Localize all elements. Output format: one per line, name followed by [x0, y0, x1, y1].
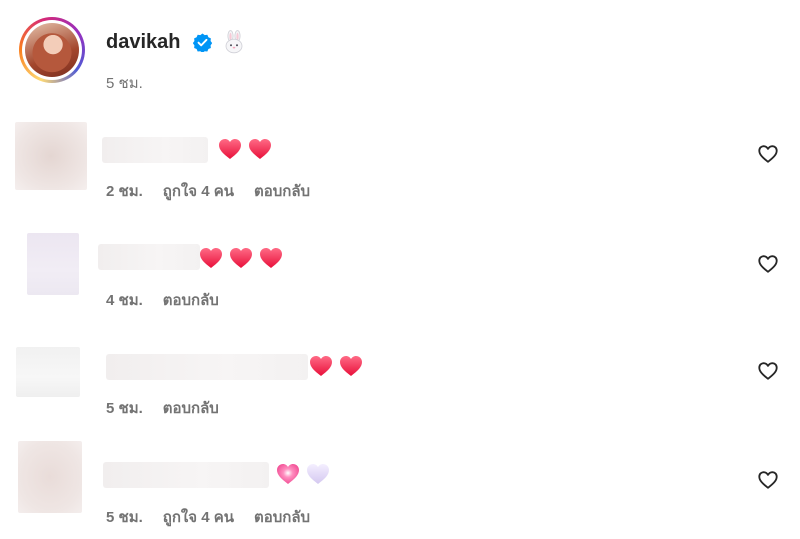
commenter-name-blurred[interactable]	[98, 244, 200, 270]
author-post-time: 5 ชม.	[106, 75, 143, 92]
commenter-avatar-blurred[interactable]	[16, 347, 80, 397]
comment-likes-count[interactable]: ถูกใจ 4 คน	[163, 179, 234, 203]
reply-button[interactable]: ตอบกลับ	[254, 179, 310, 203]
bunny-emoji-icon	[225, 30, 243, 54]
comment-time: 5 ชม.	[106, 400, 143, 417]
comment-meta: 4 ชม. ตอบกลับ	[106, 288, 239, 312]
reply-button[interactable]: ตอบกลับ	[254, 505, 310, 529]
comment-text-emojis	[309, 355, 363, 377]
red-heart-icon	[309, 355, 333, 377]
reply-button[interactable]: ตอบกลับ	[163, 288, 219, 312]
comment-item: 2 ชม. ถูกใจ 4 คน ตอบกลับ	[0, 120, 800, 220]
author-username[interactable]: davikah	[106, 31, 180, 54]
red-heart-icon	[259, 247, 283, 269]
comment-text-emojis	[199, 247, 283, 269]
white-heart-icon	[306, 463, 330, 485]
comment-meta: 5 ชม. ถูกใจ 4 คน ตอบกลับ	[106, 505, 330, 529]
like-heart-icon[interactable]	[757, 469, 779, 491]
comment-time: 5 ชม.	[106, 509, 143, 526]
comment-item: 5 ชม. ถูกใจ 4 คน ตอบกลับ	[0, 438, 800, 538]
comment-item: 5 ชม. ตอบกลับ	[0, 340, 800, 440]
commenter-avatar-blurred[interactable]	[18, 441, 82, 513]
comment-time: 4 ชม.	[106, 292, 143, 309]
red-heart-icon	[218, 138, 242, 160]
avatar-frame	[22, 20, 82, 80]
like-heart-icon[interactable]	[757, 253, 779, 275]
red-heart-icon	[339, 355, 363, 377]
like-heart-icon[interactable]	[757, 143, 779, 165]
red-heart-icon	[248, 138, 272, 160]
comment-time: 2 ชม.	[106, 183, 143, 200]
commenter-name-blurred[interactable]	[106, 354, 308, 380]
like-heart-icon[interactable]	[757, 360, 779, 382]
avatar-photo	[25, 23, 79, 77]
comment-text-emojis	[276, 463, 330, 485]
author-avatar[interactable]	[19, 17, 85, 83]
comment-meta: 5 ชม. ตอบกลับ	[106, 396, 239, 420]
reply-button[interactable]: ตอบกลับ	[163, 396, 219, 420]
comment-item: 4 ชม. ตอบกลับ	[0, 230, 800, 330]
red-heart-icon	[199, 247, 223, 269]
comment-text-emojis	[218, 138, 272, 160]
pink-heart-icon	[276, 463, 300, 485]
commenter-name-blurred[interactable]	[103, 462, 269, 488]
red-heart-icon	[229, 247, 253, 269]
commenter-avatar-blurred[interactable]	[15, 122, 87, 190]
commenter-name-blurred[interactable]	[102, 137, 208, 163]
comment-meta: 2 ชม. ถูกใจ 4 คน ตอบกลับ	[106, 179, 330, 203]
verified-badge-icon	[193, 33, 212, 52]
commenter-avatar-blurred[interactable]	[27, 233, 79, 295]
comment-likes-count[interactable]: ถูกใจ 4 คน	[163, 505, 234, 529]
